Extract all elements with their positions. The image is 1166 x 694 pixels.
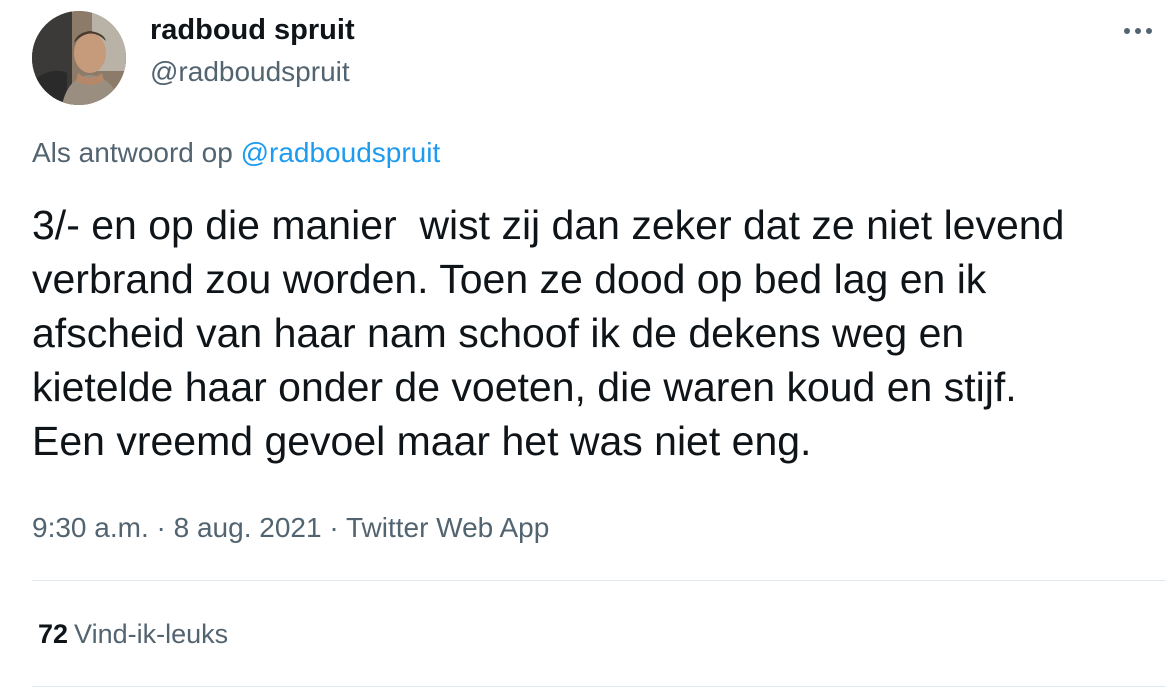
meta-separator: · — [329, 512, 339, 543]
divider — [32, 686, 1166, 687]
tweet-card: radboud spruit @radboudspruit Als antwoo… — [0, 0, 1166, 694]
avatar-image — [32, 11, 126, 105]
likes-stat[interactable]: 72 Vind-ik-leuks — [38, 619, 228, 650]
author-handle[interactable]: @radboudspruit — [150, 56, 350, 88]
more-horizontal-icon-dot — [1146, 28, 1152, 34]
tweet-meta: 9:30 a.m. · 8 aug. 2021 · Twitter Web Ap… — [32, 512, 549, 544]
more-horizontal-icon — [1124, 28, 1130, 34]
tweet-time[interactable]: 9:30 a.m. — [32, 512, 149, 543]
reply-context: Als antwoord op @radboudspruit — [32, 137, 440, 169]
likes-label: Vind-ik-leuks — [74, 619, 229, 649]
meta-separator: · — [156, 512, 166, 543]
reply-mention-link[interactable]: @radboudspruit — [241, 137, 441, 168]
tweet-text: 3/- en op die manier wist zij dan zeker … — [32, 202, 1065, 464]
reply-context-prefix: Als antwoord op — [32, 137, 233, 168]
divider — [32, 580, 1166, 581]
tweet-date[interactable]: 8 aug. 2021 — [174, 512, 322, 543]
likes-count: 72 — [38, 619, 69, 649]
more-options-button[interactable] — [1118, 14, 1158, 48]
tweet-source-link[interactable]: Twitter Web App — [346, 512, 549, 543]
more-horizontal-icon-dot — [1135, 28, 1141, 34]
avatar[interactable] — [32, 11, 126, 105]
author-display-name[interactable]: radboud spruit — [150, 14, 355, 47]
